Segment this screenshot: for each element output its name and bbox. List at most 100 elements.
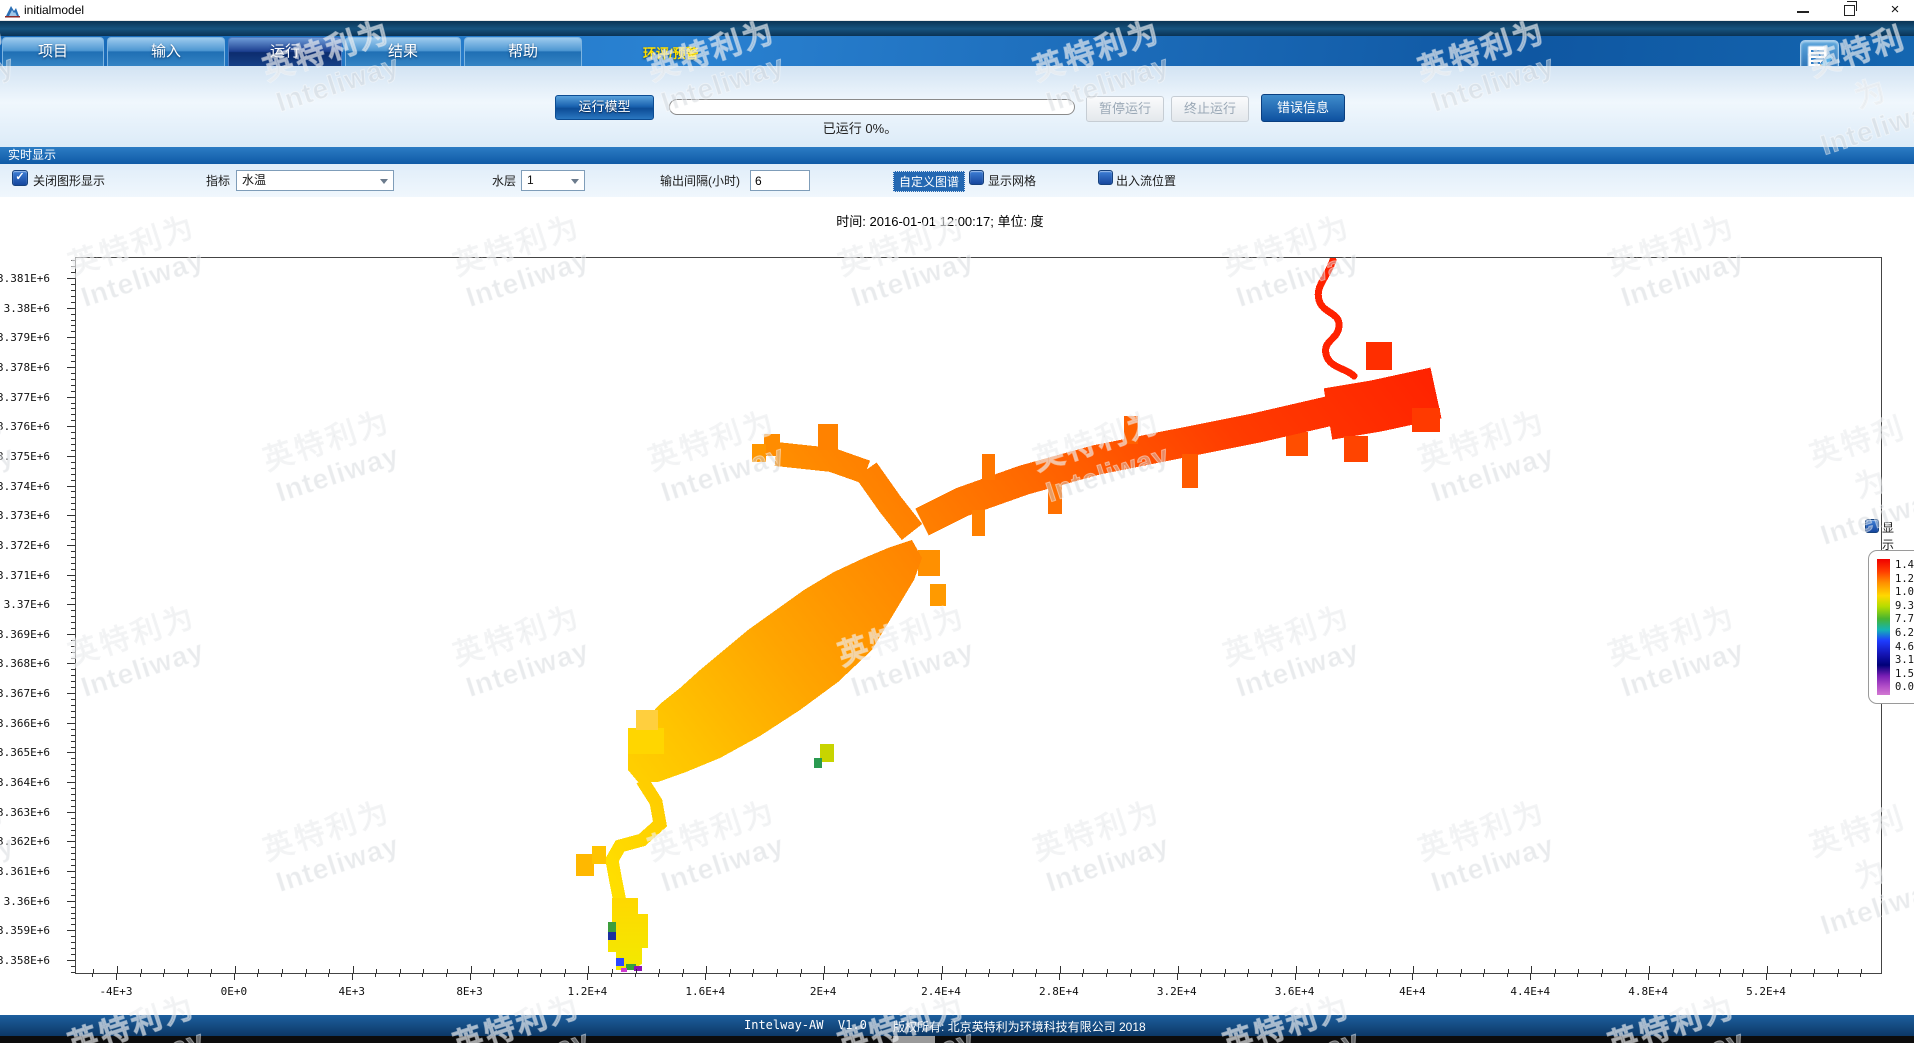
- pause-run-button[interactable]: 暂停运行: [1086, 96, 1164, 122]
- y-tick-label: 3.371E+6: [0, 569, 50, 582]
- y-minor-tick: [71, 835, 75, 836]
- x-major-tick: [941, 973, 942, 980]
- x-major-tick: [1059, 973, 1060, 980]
- y-minor-tick: [71, 717, 75, 718]
- y-tick-label: 3.366E+6: [0, 717, 50, 730]
- y-minor-tick: [71, 758, 75, 759]
- y-minor-tick: [71, 859, 75, 860]
- restore-icon: [1844, 5, 1855, 16]
- y-minor-tick: [71, 681, 75, 682]
- y-minor-tick: [71, 266, 75, 267]
- x-inner-major-tick: [824, 966, 825, 973]
- y-minor-tick: [71, 373, 75, 374]
- y-minor-tick: [71, 551, 75, 552]
- y-minor-tick: [71, 741, 75, 742]
- y-tick-label: 3.372E+6: [0, 539, 50, 552]
- x-major-tick: [1412, 973, 1413, 980]
- x-minor-tick: [1554, 973, 1555, 977]
- y-tick-label: 3.367E+6: [0, 687, 50, 700]
- legend-value: 0.00E+0: [1895, 681, 1914, 695]
- x-major-tick: [234, 973, 235, 980]
- river-temperature-heatmap: [76, 258, 1881, 973]
- y-tick-label: 3.361E+6: [0, 865, 50, 878]
- y-minor-tick: [71, 420, 75, 421]
- x-major-tick: [1530, 973, 1531, 980]
- y-major-tick: [67, 930, 75, 931]
- run-model-button[interactable]: 运行模型: [555, 95, 654, 120]
- status-bar: Intelway-AW V1.0 版权所有: 北京英特利为环境科技有限公司 20…: [0, 1015, 1914, 1036]
- y-tick-label: 3.373E+6: [0, 509, 50, 522]
- x-minor-tick: [92, 973, 93, 977]
- y-minor-tick: [71, 450, 75, 451]
- show-grid-checkbox[interactable]: [969, 170, 984, 185]
- y-major-tick: [67, 367, 75, 368]
- legend-value: 6.21E+0: [1895, 627, 1914, 641]
- x-tick-label: 4.8E+4: [1616, 985, 1680, 998]
- y-minor-tick: [71, 414, 75, 415]
- interval-input[interactable]: [750, 170, 810, 191]
- x-minor-tick: [752, 973, 753, 977]
- y-major-tick: [67, 397, 75, 398]
- plot-time-caption: 时间: 2016-01-01 12:00:17; 单位: 度: [0, 211, 1880, 230]
- x-inner-major-tick: [1060, 966, 1061, 973]
- y-minor-tick: [71, 924, 75, 925]
- plot-area[interactable]: 显示背景 1.40E+11.24E+11.09E+19.31E+07.76E+0…: [75, 257, 1882, 974]
- y-minor-tick: [71, 610, 75, 611]
- menu-tab-results[interactable]: 结果: [345, 37, 461, 66]
- y-minor-tick: [71, 918, 75, 919]
- stop-run-button[interactable]: 终止运行: [1171, 96, 1249, 122]
- error-info-button[interactable]: 错误信息: [1261, 94, 1345, 122]
- close-button[interactable]: ×: [1878, 0, 1912, 20]
- menu-tab-help[interactable]: 帮助: [464, 37, 582, 66]
- x-minor-tick: [611, 973, 612, 977]
- menu-tab-input[interactable]: 输入: [107, 37, 225, 66]
- x-tick-label: 1.6E+4: [673, 985, 737, 998]
- y-minor-tick: [71, 687, 75, 688]
- x-minor-tick: [847, 973, 848, 977]
- x-minor-tick: [1106, 973, 1107, 977]
- top-accent-strip: [0, 20, 1914, 36]
- inout-flow-checkbox[interactable]: [1098, 170, 1113, 185]
- y-minor-tick: [71, 586, 75, 587]
- x-minor-tick: [517, 973, 518, 977]
- indicator-select[interactable]: 水温: [236, 170, 394, 191]
- y-minor-tick: [71, 776, 75, 777]
- show-background-checkbox[interactable]: [1865, 519, 1879, 533]
- x-minor-tick: [1271, 973, 1272, 977]
- y-tick-label: 3.37E+6: [0, 598, 50, 611]
- x-minor-tick: [1012, 973, 1013, 977]
- menu-bar: 项目输入运行结果帮助 环评/预警: [0, 36, 1914, 66]
- custom-spectrum-button[interactable]: 自定义图谱: [893, 171, 965, 192]
- x-minor-tick: [328, 973, 329, 977]
- copyright-text: 版权所有: 北京英特利为环境科技有限公司 2018: [893, 1018, 1146, 1035]
- y-minor-tick: [71, 408, 75, 409]
- x-tick-label: 3.6E+4: [1263, 985, 1327, 998]
- x-minor-tick: [894, 973, 895, 977]
- x-minor-tick: [1507, 973, 1508, 977]
- x-inner-major-tick: [1649, 966, 1650, 973]
- y-minor-tick: [71, 444, 75, 445]
- x-minor-tick: [1695, 973, 1696, 977]
- close-graph-checkbox[interactable]: ✓: [12, 170, 28, 186]
- y-major-tick: [67, 426, 75, 427]
- y-tick-label: 3.365E+6: [0, 746, 50, 759]
- x-major-tick: [116, 973, 117, 980]
- x-minor-tick: [1082, 973, 1083, 977]
- legend-values: 1.40E+11.24E+11.09E+19.31E+07.76E+06.21E…: [1895, 559, 1914, 695]
- x-minor-tick: [1813, 973, 1814, 977]
- minimize-button[interactable]: [1786, 0, 1820, 20]
- x-minor-tick: [305, 973, 306, 977]
- y-minor-tick: [71, 824, 75, 825]
- tab-env-warning[interactable]: 环评/预警: [643, 43, 699, 62]
- legend-value: 4.66E+0: [1895, 641, 1914, 655]
- menu-tab-run[interactable]: 运行: [228, 37, 342, 66]
- layer-select[interactable]: 1: [521, 170, 585, 191]
- y-tick-label: 3.376E+6: [0, 420, 50, 433]
- y-minor-tick: [71, 355, 75, 356]
- restore-button[interactable]: [1832, 0, 1866, 20]
- resize-grip[interactable]: [893, 1036, 935, 1043]
- y-minor-tick: [71, 747, 75, 748]
- menu-tab-project[interactable]: 项目: [2, 37, 104, 66]
- y-minor-tick: [71, 349, 75, 350]
- y-major-tick: [67, 871, 75, 872]
